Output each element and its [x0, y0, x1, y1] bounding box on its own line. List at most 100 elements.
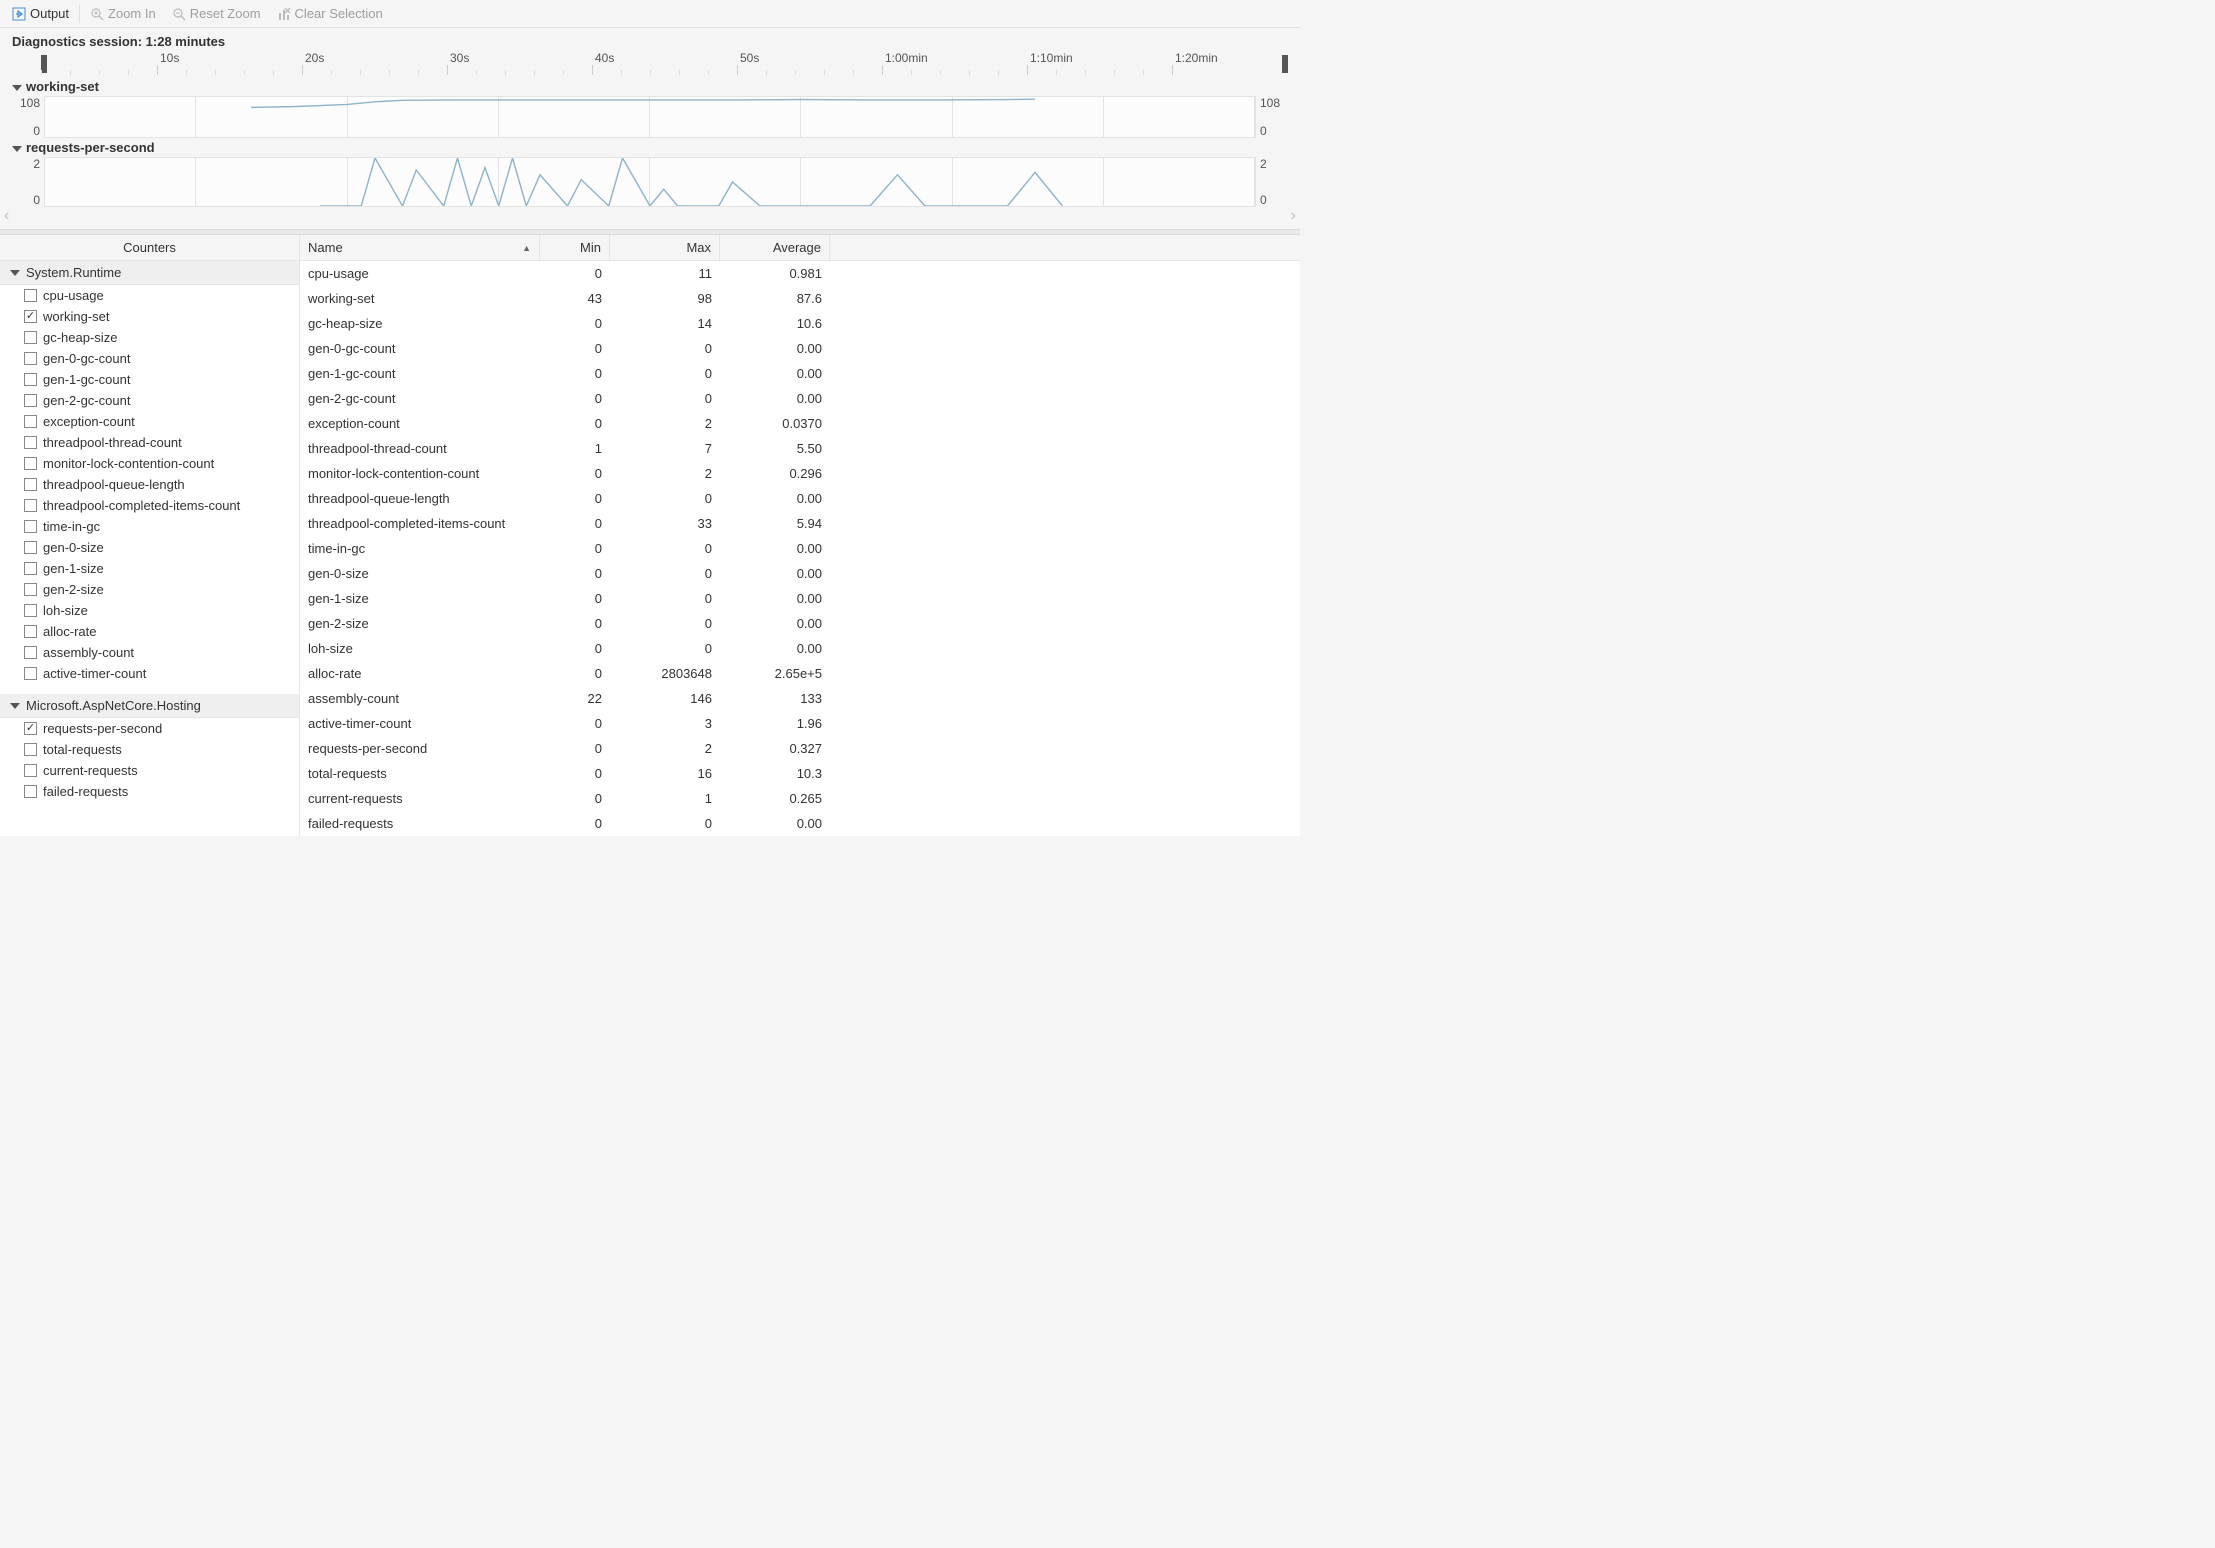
table-row[interactable]: active-timer-count031.96	[300, 711, 1300, 736]
counter-item[interactable]: current-requests	[0, 760, 299, 781]
chart-header[interactable]: requests-per-second	[12, 138, 1288, 157]
counter-label: requests-per-second	[43, 721, 162, 736]
counter-checkbox[interactable]	[24, 541, 37, 554]
expand-icon	[10, 270, 20, 276]
table-row[interactable]: time-in-gc000.00	[300, 536, 1300, 561]
counter-checkbox[interactable]	[24, 352, 37, 365]
table-row[interactable]: gen-2-gc-count000.00	[300, 386, 1300, 411]
counter-checkbox[interactable]	[24, 667, 37, 680]
counter-item[interactable]: gen-2-size	[0, 579, 299, 600]
table-row[interactable]: exception-count020.0370	[300, 411, 1300, 436]
table-row[interactable]: gen-0-size000.00	[300, 561, 1300, 586]
counter-checkbox[interactable]	[24, 604, 37, 617]
end-marker[interactable]	[1282, 55, 1288, 73]
counter-checkbox[interactable]	[24, 310, 37, 323]
counter-item[interactable]: assembly-count	[0, 642, 299, 663]
table-row[interactable]: working-set439887.6	[300, 286, 1300, 311]
counter-checkbox[interactable]	[24, 764, 37, 777]
chart-plot[interactable]	[44, 96, 1256, 138]
counter-checkbox[interactable]	[24, 722, 37, 735]
counter-item[interactable]: exception-count	[0, 411, 299, 432]
reset-zoom-button[interactable]: Reset Zoom	[166, 4, 267, 23]
clear-selection-button[interactable]: Clear Selection	[271, 4, 389, 23]
counter-checkbox[interactable]	[24, 562, 37, 575]
timeline-ruler[interactable]: 10s20s30s40s50s1:00min1:10min1:20min	[0, 53, 1300, 77]
counter-checkbox[interactable]	[24, 373, 37, 386]
counter-item[interactable]: gc-heap-size	[0, 327, 299, 348]
counter-checkbox[interactable]	[24, 478, 37, 491]
zoom-in-button[interactable]: Zoom In	[84, 4, 162, 23]
counter-item[interactable]: cpu-usage	[0, 285, 299, 306]
table-row[interactable]: cpu-usage0110.981	[300, 261, 1300, 286]
table-row[interactable]: gen-1-gc-count000.00	[300, 361, 1300, 386]
col-header-avg[interactable]: Average	[720, 235, 830, 260]
counter-checkbox[interactable]	[24, 457, 37, 470]
table-row[interactable]: gen-0-gc-count000.00	[300, 336, 1300, 361]
counter-checkbox[interactable]	[24, 520, 37, 533]
y-axis-max: 2	[16, 157, 40, 171]
counter-group-label: Microsoft.AspNetCore.Hosting	[26, 698, 201, 713]
counter-item[interactable]: time-in-gc	[0, 516, 299, 537]
chart-plot[interactable]	[44, 157, 1256, 207]
table-row[interactable]: total-requests01610.3	[300, 761, 1300, 786]
counter-checkbox[interactable]	[24, 583, 37, 596]
counter-item[interactable]: gen-1-gc-count	[0, 369, 299, 390]
counter-checkbox[interactable]	[24, 743, 37, 756]
counter-checkbox[interactable]	[24, 785, 37, 798]
counter-group-header[interactable]: System.Runtime	[0, 261, 299, 285]
table-row[interactable]: current-requests010.265	[300, 786, 1300, 811]
scroll-right-icon[interactable]: ›	[1291, 207, 1296, 225]
col-header-min[interactable]: Min	[540, 235, 610, 260]
counter-item[interactable]: alloc-rate	[0, 621, 299, 642]
table-row[interactable]: monitor-lock-contention-count020.296	[300, 461, 1300, 486]
output-button[interactable]: Output	[6, 4, 75, 23]
counter-item[interactable]: monitor-lock-contention-count	[0, 453, 299, 474]
table-row[interactable]: gc-heap-size01410.6	[300, 311, 1300, 336]
counter-checkbox[interactable]	[24, 625, 37, 638]
table-row[interactable]: gen-1-size000.00	[300, 586, 1300, 611]
table-row[interactable]: threadpool-completed-items-count0335.94	[300, 511, 1300, 536]
counter-checkbox[interactable]	[24, 646, 37, 659]
cell-avg: 2.65e+5	[720, 661, 830, 686]
counter-checkbox[interactable]	[24, 415, 37, 428]
col-header-max[interactable]: Max	[610, 235, 720, 260]
counter-group-header[interactable]: Microsoft.AspNetCore.Hosting	[0, 694, 299, 718]
counter-checkbox[interactable]	[24, 436, 37, 449]
counter-item[interactable]: gen-1-size	[0, 558, 299, 579]
table-row[interactable]: alloc-rate028036482.65e+5	[300, 661, 1300, 686]
counter-item[interactable]: threadpool-thread-count	[0, 432, 299, 453]
cell-name: exception-count	[300, 411, 540, 436]
cell-max: 0	[610, 611, 720, 636]
table-row[interactable]: gen-2-size000.00	[300, 611, 1300, 636]
counter-item[interactable]: requests-per-second	[0, 718, 299, 739]
table-row[interactable]: threadpool-thread-count175.50	[300, 436, 1300, 461]
table-row[interactable]: requests-per-second020.327	[300, 736, 1300, 761]
counter-item[interactable]: active-timer-count	[0, 663, 299, 684]
counter-item[interactable]: threadpool-queue-length	[0, 474, 299, 495]
cell-min: 0	[540, 311, 610, 336]
table-row[interactable]: threadpool-queue-length000.00	[300, 486, 1300, 511]
chart-header[interactable]: working-set	[12, 77, 1288, 96]
counter-item[interactable]: gen-0-size	[0, 537, 299, 558]
counter-item[interactable]: gen-2-gc-count	[0, 390, 299, 411]
counter-checkbox[interactable]	[24, 331, 37, 344]
cell-name: total-requests	[300, 761, 540, 786]
col-header-name[interactable]: Name ▲	[300, 235, 540, 260]
counter-item[interactable]: total-requests	[0, 739, 299, 760]
counter-checkbox[interactable]	[24, 394, 37, 407]
counter-checkbox[interactable]	[24, 499, 37, 512]
counter-item[interactable]: loh-size	[0, 600, 299, 621]
cell-name: threadpool-completed-items-count	[300, 511, 540, 536]
ruler-tick-label: 40s	[595, 51, 614, 65]
table-row[interactable]: failed-requests000.00	[300, 811, 1300, 836]
table-row[interactable]: loh-size000.00	[300, 636, 1300, 661]
cell-max: 0	[610, 336, 720, 361]
scroll-left-icon[interactable]: ‹	[4, 207, 9, 225]
table-row[interactable]: assembly-count22146133	[300, 686, 1300, 711]
counter-item[interactable]: failed-requests	[0, 781, 299, 802]
counter-item[interactable]: gen-0-gc-count	[0, 348, 299, 369]
counter-item[interactable]: working-set	[0, 306, 299, 327]
counter-item[interactable]: threadpool-completed-items-count	[0, 495, 299, 516]
counter-checkbox[interactable]	[24, 289, 37, 302]
cell-max: 14	[610, 311, 720, 336]
